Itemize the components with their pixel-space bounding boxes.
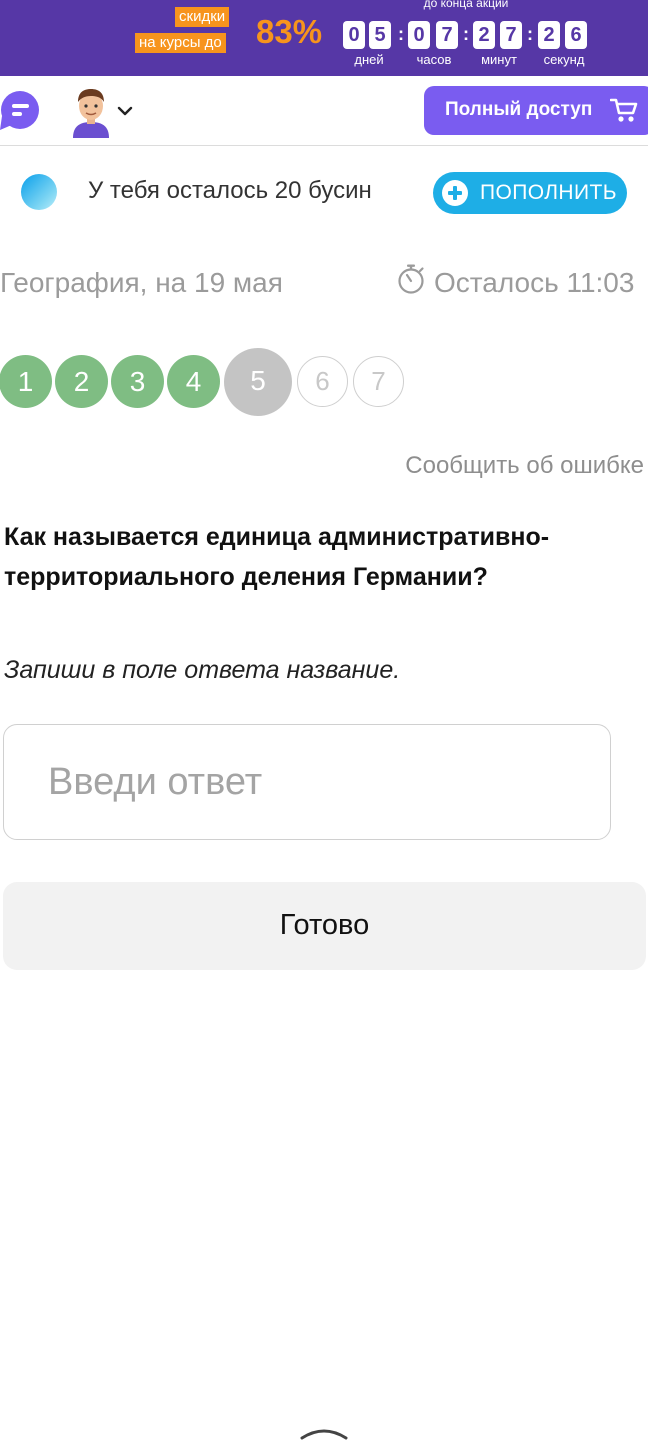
timer-seconds-digit: 6: [565, 21, 587, 49]
stopwatch-icon: [398, 264, 424, 294]
step-5-current[interactable]: 5: [224, 348, 292, 416]
timer-unit-days: дней: [354, 52, 384, 67]
timer-separator: :: [398, 24, 404, 44]
topup-label: ПОПОЛНИТЬ: [480, 181, 617, 204]
timer-minutes-digit: 2: [473, 21, 495, 49]
timer-days-digit: 5: [369, 21, 391, 49]
timer-hours-digit: 7: [436, 21, 458, 49]
promo-label-courses: на курсы до: [135, 33, 226, 53]
timer-unit-seconds: секунд: [543, 52, 585, 67]
promo-until-end-text: до конца акции: [423, 0, 509, 10]
timer-separator: :: [463, 24, 469, 44]
question-text: Как называется единица административно-т…: [4, 523, 550, 591]
step-3[interactable]: 3: [111, 355, 164, 408]
plus-circle-icon: [442, 180, 468, 206]
chevron-down-icon[interactable]: [117, 103, 133, 119]
test-subject: География, на 19 мая: [0, 267, 283, 298]
full-access-label: Полный доступ: [445, 99, 593, 120]
beads-remaining-text: У тебя осталось 20 бусин: [88, 177, 372, 204]
step-1[interactable]: 1: [0, 355, 52, 408]
promo-label-discounts: скидки: [175, 7, 230, 27]
timer-separator: :: [527, 24, 533, 44]
topup-button[interactable]: ПОПОЛНИТЬ: [433, 172, 627, 214]
answer-input[interactable]: [3, 724, 611, 840]
step-6[interactable]: 6: [297, 356, 348, 407]
timer-seconds-digit: 2: [538, 21, 560, 49]
timer-days-digit: 0: [343, 21, 365, 49]
user-avatar-icon[interactable]: [68, 86, 114, 138]
step-2[interactable]: 2: [55, 355, 108, 408]
bead-icon: [21, 174, 57, 210]
time-left: Осталось 11:03: [434, 267, 635, 298]
step-7[interactable]: 7: [353, 356, 404, 407]
timer-unit-hours: часов: [416, 52, 452, 67]
question-instruction: Запиши в поле ответа название.: [4, 656, 401, 684]
chat-bubble-icon[interactable]: [0, 90, 40, 130]
timer-unit-minutes: минут: [481, 52, 517, 67]
chevron-up-icon[interactable]: [300, 1426, 348, 1440]
full-access-button[interactable]: Полный доступ: [424, 86, 648, 135]
promo-banner[interactable]: скидки на курсы до 83% до конца акции 0 …: [0, 0, 648, 76]
cart-icon: [610, 98, 638, 122]
timer-minutes-digit: 7: [500, 21, 522, 49]
step-4[interactable]: 4: [167, 355, 220, 408]
report-error-link[interactable]: Сообщить об ошибке: [405, 451, 644, 481]
timer-hours-digit: 0: [408, 21, 430, 49]
promo-percent: 83%: [256, 13, 323, 50]
submit-button[interactable]: Готово: [3, 882, 646, 970]
